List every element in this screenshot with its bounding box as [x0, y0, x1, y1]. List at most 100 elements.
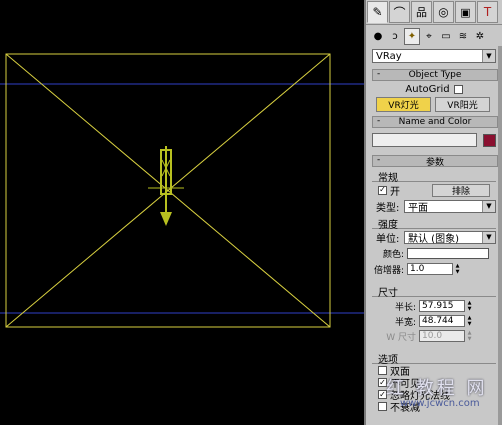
parameters-rollout-header[interactable]: - 参数: [372, 155, 498, 168]
w-size-row: W 尺寸 10.0 ▲ ▼: [372, 329, 496, 343]
lights-icon: ✦: [407, 30, 417, 42]
rollout-collapse-sign: -: [377, 155, 381, 165]
command-panel: ✎ ⌒ 品 ◎ ▣ T ● ↄ ✦ ⌖ ▭ ≋ ✲ VRay ▼ - Objec…: [364, 0, 502, 425]
w-size-label: W 尺寸: [386, 332, 416, 343]
multiplier-label: 倍增器:: [373, 265, 404, 276]
type-row: 类型: 平面 ▼: [376, 199, 496, 214]
units-dropdown[interactable]: 默认 (图象) ▼: [404, 230, 496, 245]
geometry-subtab[interactable]: ●: [370, 28, 386, 45]
intensity-group-title: 强度: [378, 220, 398, 231]
object-type-rollout-header[interactable]: - Object Type: [372, 69, 498, 81]
option-checkbox[interactable]: ✓: [378, 378, 387, 387]
multiplier-spinner[interactable]: 1.0: [407, 263, 453, 275]
geometry-icon: ●: [373, 30, 383, 42]
multiplier-row: 倍增器: 1.0 ▲ ▼: [372, 262, 496, 276]
vr-sun-button[interactable]: VR阳光: [435, 96, 490, 112]
half-length-spinner[interactable]: 57.915: [419, 300, 465, 312]
on-label: 开: [390, 186, 400, 198]
spinner-arrows-icon[interactable]: ▲ ▼: [466, 315, 473, 327]
option-checkbox[interactable]: [378, 366, 387, 375]
object-type-title: Object Type: [408, 70, 462, 80]
spinner-arrows-icon: ▲ ▼: [467, 330, 472, 342]
motion-icon: ◎: [438, 5, 449, 19]
half-width-label: 半宽:: [394, 317, 416, 328]
command-panel-tabs: ✎ ⌒ 品 ◎ ▣ T: [366, 0, 502, 25]
half-length-label: 半长:: [394, 302, 416, 313]
autogrid-row: AutoGrid: [372, 82, 496, 96]
utilities-tab[interactable]: T: [477, 1, 498, 23]
name-and-color-title: Name and Color: [398, 117, 472, 127]
spinner-arrows-icon[interactable]: ▲ ▼: [454, 263, 461, 275]
helpers-icon: ▭: [441, 30, 451, 42]
motion-tab[interactable]: ◎: [433, 1, 454, 23]
object-name-field[interactable]: [372, 133, 477, 147]
spinner-arrows-icon[interactable]: ▲ ▼: [466, 300, 473, 312]
display-icon: ▣: [460, 5, 471, 19]
on-checkbox[interactable]: ✓: [378, 185, 387, 195]
hierarchy-icon: 品: [416, 6, 427, 19]
light-color-swatch[interactable]: [407, 247, 489, 259]
cameras-subtab[interactable]: ⌖: [421, 28, 437, 45]
autogrid-checkbox[interactable]: [453, 84, 463, 94]
category-value: VRay: [376, 50, 402, 62]
modify-tab[interactable]: ⌒: [389, 1, 410, 23]
color-label: 颜色:: [382, 249, 404, 260]
general-group-title: 常规: [378, 173, 398, 184]
options-group: 双面 ✓ 不可见 ✓ 忽略灯光法线 不衰减: [372, 363, 496, 414]
option-label: 不衰减: [390, 403, 420, 414]
half-width-spinner[interactable]: 48.744: [419, 315, 465, 327]
exclude-button[interactable]: 排除: [432, 183, 490, 197]
type-dropdown[interactable]: 平面 ▼: [404, 199, 496, 214]
create-subtabs: ● ↄ ✦ ⌖ ▭ ≋ ✲: [366, 25, 502, 47]
chevron-down-icon: ▼: [482, 50, 495, 62]
chevron-down-icon: ▼: [482, 200, 495, 212]
viewport-canvas[interactable]: [0, 0, 364, 425]
general-group: ✓ 开 排除 类型: 平面 ▼: [372, 181, 496, 214]
object-type-buttons: VR灯光 VR阳光: [376, 96, 490, 112]
type-value: 平面: [408, 202, 428, 214]
hierarchy-tab[interactable]: 品: [411, 1, 432, 23]
units-value: 默认 (图象): [408, 233, 459, 245]
rollout-collapse-sign: -: [377, 69, 381, 79]
viewport[interactable]: [0, 0, 364, 425]
shapes-icon: ↄ: [392, 30, 398, 42]
object-color-swatch[interactable]: [483, 133, 496, 147]
systems-icon: ✲: [475, 30, 485, 42]
size-group-title: 尺寸: [378, 288, 398, 299]
category-dropdown[interactable]: VRay ▼: [372, 49, 496, 63]
options-group-title: 选项: [378, 355, 398, 366]
name-and-color-rollout-header[interactable]: - Name and Color: [372, 116, 498, 128]
panel-scrollbar[interactable]: [498, 46, 502, 425]
rollout-collapse-sign: -: [377, 116, 381, 126]
name-color-row: [372, 132, 496, 148]
lights-subtab[interactable]: ✦: [404, 27, 420, 45]
parameters-title: 参数: [425, 157, 444, 168]
display-tab[interactable]: ▣: [455, 1, 476, 23]
intensity-group: 单位: 默认 (图象) ▼ 颜色: 倍增器: 1.0 ▲ ▼: [372, 228, 496, 276]
spacewarps-subtab[interactable]: ≋: [455, 28, 471, 45]
helpers-subtab[interactable]: ▭: [438, 28, 454, 45]
units-label: 单位:: [376, 233, 400, 245]
systems-subtab[interactable]: ✲: [472, 28, 488, 45]
w-size-spinner: 10.0: [419, 330, 465, 342]
utilities-icon: T: [483, 5, 492, 19]
option-row: 不衰减: [378, 401, 496, 414]
spacewarps-icon: ≋: [458, 30, 468, 42]
vr-light-button[interactable]: VR灯光: [376, 96, 431, 112]
create-icon: ✎: [372, 5, 383, 19]
size-group: 半长: 57.915 ▲ ▼ 半宽: 48.744 ▲ ▼ W 尺寸 10.0 ▲ ▼: [372, 296, 496, 343]
modify-icon: ⌒: [393, 5, 406, 20]
on-row: ✓ 开 排除: [378, 183, 496, 198]
autogrid-label: AutoGrid: [405, 83, 450, 95]
create-tab[interactable]: ✎: [367, 1, 388, 23]
half-length-row: 半长: 57.915 ▲ ▼: [372, 299, 496, 313]
light-direction-gizmo[interactable]: [148, 146, 184, 226]
chevron-down-icon: ▼: [482, 231, 495, 243]
units-row: 单位: 默认 (图象) ▼: [376, 230, 496, 245]
cameras-icon: ⌖: [426, 30, 432, 42]
option-checkbox[interactable]: ✓: [378, 390, 387, 399]
half-width-row: 半宽: 48.744 ▲ ▼: [372, 314, 496, 328]
option-checkbox[interactable]: [378, 402, 387, 411]
shapes-subtab[interactable]: ↄ: [387, 28, 403, 45]
color-row: 颜色:: [372, 246, 496, 260]
